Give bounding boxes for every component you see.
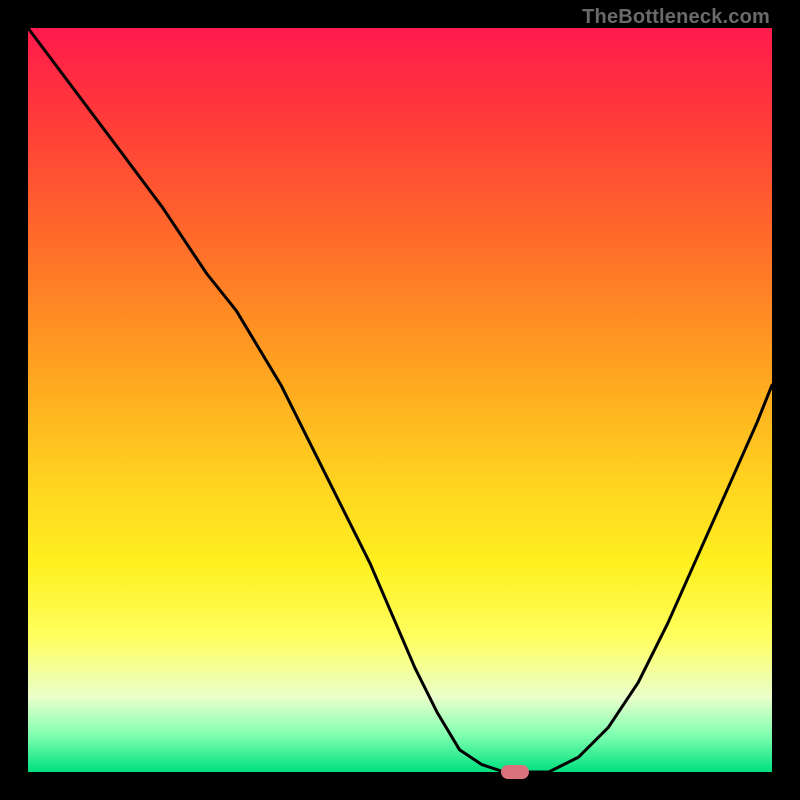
watermark-text: TheBottleneck.com: [582, 6, 770, 29]
optimal-marker: [501, 765, 529, 779]
bottleneck-curve: [28, 28, 772, 772]
plot-area: [28, 28, 772, 772]
chart-frame: TheBottleneck.com: [0, 0, 800, 800]
curve-svg: [28, 28, 772, 772]
